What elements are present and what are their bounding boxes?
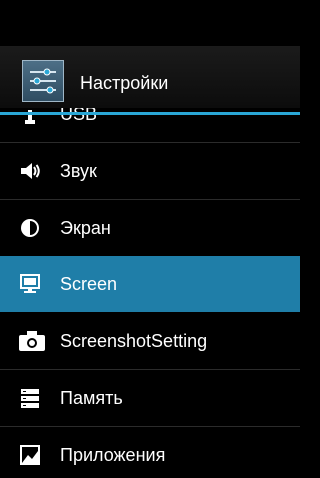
list-item-label: USB — [60, 108, 98, 124]
list-item-label: ScreenshotSetting — [60, 331, 208, 351]
settings-sliders-icon[interactable] — [22, 60, 64, 102]
camera-icon — [18, 329, 46, 353]
action-bar-divider — [0, 112, 300, 115]
list-item-screen[interactable]: Screen — [0, 256, 300, 312]
action-bar: Настройки — [0, 46, 300, 108]
apps-icon — [18, 443, 42, 467]
page-title: Настройки — [80, 73, 169, 93]
list-item-sound[interactable]: Звук — [0, 143, 300, 199]
list-item-label: Память — [60, 388, 123, 408]
list-item-display[interactable]: Экран — [0, 200, 300, 256]
list-item-label: Приложения — [60, 445, 166, 465]
list-item-label: Screen — [60, 274, 118, 294]
edge — [300, 46, 306, 478]
list-item-apps[interactable]: Приложения — [0, 427, 300, 478]
brightness-icon — [18, 216, 42, 240]
usb-icon — [18, 108, 42, 128]
monitor-icon — [18, 272, 42, 296]
list-item-screenshot-setting[interactable]: ScreenshotSetting — [0, 313, 300, 369]
speaker-icon — [18, 159, 42, 183]
list-item-storage[interactable]: Память — [0, 370, 300, 426]
list-item-label: Звук — [60, 161, 97, 181]
status-bar — [0, 0, 306, 46]
settings-list: USB Звук Экран Screen ScreenshotSetting … — [0, 108, 300, 478]
list-item-label: Экран — [60, 218, 111, 238]
storage-icon — [18, 386, 42, 410]
